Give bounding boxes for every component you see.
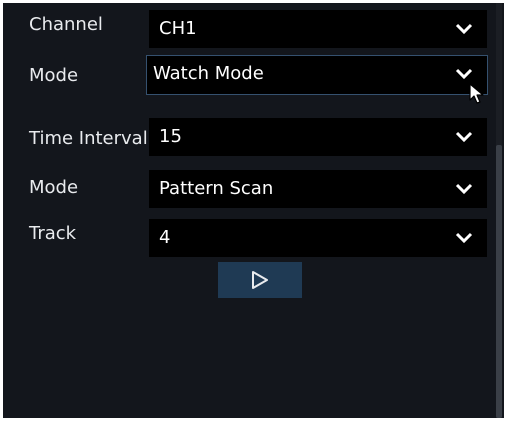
mode-row: Mode Watch Mode [3,55,504,95]
scrollbar-thumb[interactable] [496,145,502,418]
mode-label: Mode [29,65,79,86]
chevron-down-icon [455,23,473,35]
track-value: 4 [159,227,171,248]
track-label: Track [29,223,77,244]
scan-mode-value: Pattern Scan [159,178,274,199]
scrollbar[interactable] [496,3,502,418]
chevron-down-icon [455,183,473,195]
track-row: Track 4 [3,215,504,257]
time-interval-label: Time Interval [29,128,148,149]
channel-row: Channel CH1 [3,6,504,48]
channel-label: Channel [29,14,103,35]
time-interval-row: Time Interval 15 [3,116,504,156]
play-icon [252,271,268,289]
chevron-down-icon [455,131,473,143]
chevron-down-icon [455,68,473,80]
ptz-settings-panel: Channel CH1 Mode Watch Mode Time Interva… [3,3,504,418]
scan-mode-row: Mode Pattern Scan [3,167,504,208]
time-interval-select[interactable]: 15 [149,118,487,156]
time-interval-value: 15 [159,126,182,147]
chevron-down-icon [455,232,473,244]
mode-select[interactable]: Watch Mode [146,55,488,95]
track-select[interactable]: 4 [149,219,487,257]
scan-mode-select[interactable]: Pattern Scan [149,170,487,208]
scan-mode-label: Mode [29,177,79,198]
channel-select[interactable]: CH1 [149,10,487,48]
start-button[interactable] [218,262,302,298]
mode-value: Watch Mode [153,63,264,84]
mouse-pointer-icon [469,83,484,104]
channel-value: CH1 [159,18,197,39]
